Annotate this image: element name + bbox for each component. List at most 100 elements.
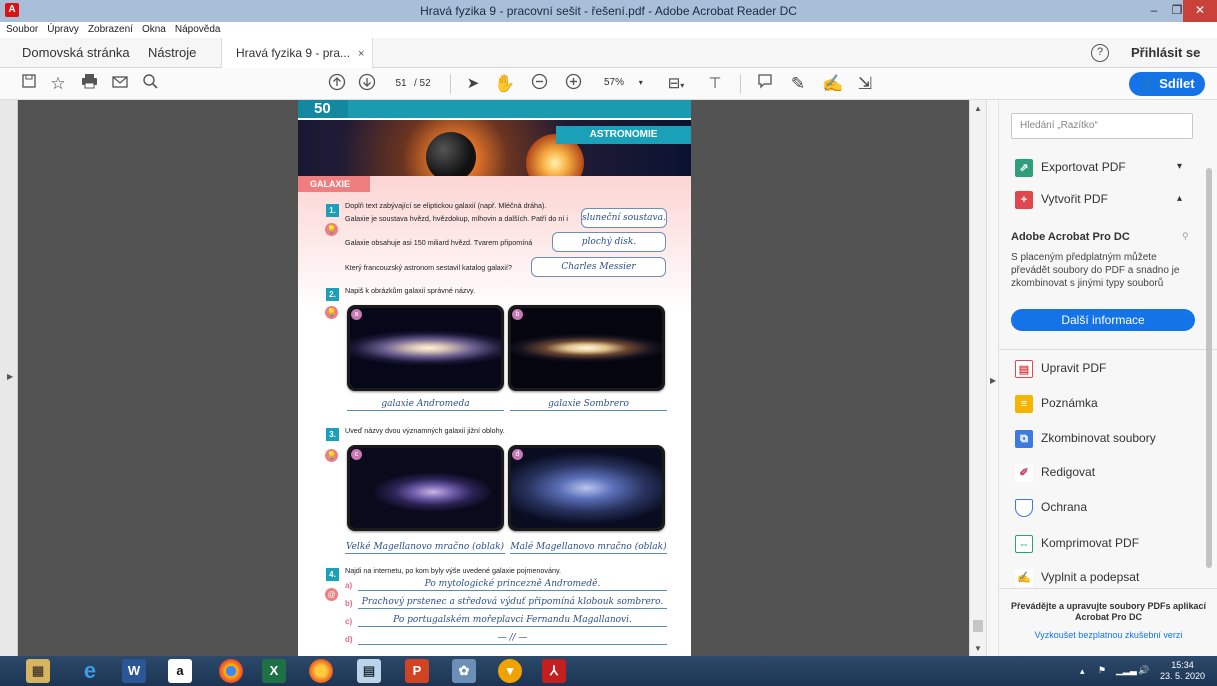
zoom-level-select[interactable]: 57% ▾ — [604, 77, 643, 88]
print-icon[interactable] — [79, 73, 99, 95]
tools-search-input[interactable]: Hledání „Razítko“ — [1011, 113, 1193, 139]
clock[interactable]: 15:34 23. 5. 2020 — [1160, 660, 1205, 682]
image-tag: a — [351, 309, 362, 320]
question-label: c) — [345, 617, 353, 626]
scroll-up-icon[interactable]: ▲ — [974, 104, 982, 113]
comment-tool-icon: ≡ — [1015, 394, 1033, 413]
task1-text: Doplň text zabývající se eliptickou gala… — [345, 201, 547, 210]
scroll-thumb[interactable] — [1206, 168, 1212, 568]
excel-icon[interactable]: X — [262, 659, 286, 683]
close-button[interactable]: ✕ — [1183, 0, 1217, 22]
internet-explorer-icon[interactable]: e — [78, 659, 102, 683]
chrome-icon[interactable] — [219, 659, 243, 683]
tray-chevron-icon[interactable]: ▴ — [1080, 666, 1085, 677]
menu-help[interactable]: Nápověda — [169, 22, 224, 35]
page-number-bar — [298, 100, 691, 118]
tool-edit-pdf[interactable]: ▤ Upravit PDF — [1015, 358, 1106, 378]
tool-protect[interactable]: Ochrana — [1015, 497, 1087, 517]
shield-icon — [1015, 498, 1033, 517]
paint-icon[interactable]: ✿ — [452, 659, 476, 683]
image-tag: b — [512, 309, 523, 320]
section-label: ASTRONOMIE — [556, 126, 691, 144]
tools-scrollbar[interactable] — [1204, 152, 1214, 582]
tab-tools[interactable]: Nástroje — [148, 38, 196, 68]
tool-comment[interactable]: ≡ Poznámka — [1015, 393, 1098, 413]
answer-line: galaxie Sombrero — [510, 398, 667, 411]
clock-date: 23. 5. 2020 — [1160, 671, 1206, 681]
bookmark-star-icon[interactable]: ☆ — [48, 73, 68, 95]
chevron-down-icon[interactable]: ▾ — [1177, 161, 1182, 172]
tab-document[interactable]: Hravá fyzika 9 - pra... × — [221, 38, 374, 68]
save-icon[interactable] — [19, 73, 39, 95]
hand-tool-icon[interactable]: ✋ — [494, 73, 515, 95]
right-pane-toggle[interactable]: ▶ — [987, 100, 999, 656]
zoom-out-icon[interactable] — [529, 73, 549, 95]
question-label: a) — [345, 581, 353, 590]
document-scrollbar[interactable]: ▲ ▼ — [969, 100, 986, 656]
menu-view[interactable]: Zobrazení — [82, 22, 136, 35]
calculator-icon[interactable]: ▤ — [357, 659, 381, 683]
scroll-thumb[interactable] — [973, 620, 983, 632]
compress-icon: ⇔ — [1015, 534, 1033, 553]
tool-label: Redigovat — [1041, 465, 1096, 479]
tab-home[interactable]: Domovská stránka — [22, 38, 130, 68]
free-trial-link[interactable]: Vyzkoušet bezplatnou zkušební verzi — [999, 630, 1217, 640]
powerpoint-icon[interactable]: P — [405, 659, 429, 683]
export-pdf-item[interactable]: ⇗ Exportovat PDF — [1015, 157, 1126, 177]
tool-combine[interactable]: ⧉ Zkombinovat soubory — [1015, 428, 1156, 448]
next-page-icon[interactable] — [356, 73, 378, 95]
network-icon[interactable]: ⚑ — [1098, 665, 1106, 676]
select-cursor-icon[interactable]: ➤ — [464, 73, 482, 95]
highlight-pen-icon[interactable]: ✎ — [788, 73, 808, 95]
tool-label: Komprimovat PDF — [1041, 536, 1140, 550]
help-icon[interactable]: ? — [1091, 44, 1109, 62]
question-label: d) — [345, 635, 353, 644]
more-info-button[interactable]: Další informace — [1011, 309, 1195, 331]
signin-link[interactable]: Přihlásit se — [1131, 45, 1200, 60]
firefox-icon[interactable] — [309, 659, 333, 683]
tab-close-icon[interactable]: × — [358, 48, 364, 60]
sign-icon[interactable]: ✍ — [822, 73, 843, 95]
tool-label: Poznámka — [1041, 396, 1098, 410]
zoom-in-icon[interactable] — [563, 73, 583, 95]
page-total: / 52 — [414, 78, 431, 89]
share-button[interactable]: 👤 Sdílet — [1129, 72, 1205, 96]
prev-page-icon[interactable] — [326, 73, 348, 95]
combine-files-icon: ⧉ — [1015, 429, 1033, 448]
tool-fill-sign[interactable]: ✍ Vyplnit a podepsat — [1015, 567, 1139, 587]
task1-text: Galaxie je soustava hvězd, hvězdokup, ml… — [345, 214, 568, 223]
search-zoom-icon[interactable] — [140, 73, 160, 95]
task3-text: Uveď názvy dvou významných galaxií jižní… — [345, 426, 505, 435]
menu-edit[interactable]: Úpravy — [41, 22, 82, 35]
vpn-icon[interactable]: ▾ — [498, 659, 522, 683]
fill-sign-icon: ✍ — [1015, 568, 1033, 587]
stamp-icon[interactable]: ⇲ — [855, 73, 875, 95]
chevron-up-icon[interactable]: ▴ — [1177, 193, 1182, 204]
tool-redact[interactable]: ✐ Redigovat — [1015, 462, 1095, 482]
menu-file[interactable]: Soubor — [0, 22, 41, 35]
amazon-icon[interactable]: a — [168, 659, 192, 683]
divider — [999, 349, 1217, 350]
scroll-down-icon[interactable]: ▼ — [974, 644, 982, 653]
user-add-icon: 👤 — [1139, 76, 1156, 91]
comment-icon[interactable] — [755, 73, 775, 95]
windows-taskbar: ▦ e W a X ▤ P ✿ ▾ ⅄ ▴ ⚑ ▁▂▃ 🔊 15:34 23. … — [0, 656, 1217, 686]
tool-label: Upravit PDF — [1041, 361, 1107, 375]
signal-icon[interactable]: ▁▂▃ — [1116, 665, 1137, 676]
page-fit-icon[interactable]: ⊟▾ — [663, 73, 689, 95]
page-number-input[interactable]: 51 — [390, 76, 412, 92]
answer-line: Malé Magellanovo mračno (oblak) — [510, 542, 667, 554]
tool-label: Zkombinovat soubory — [1041, 431, 1156, 445]
task1-text: Galaxie obsahuje asi 150 miliard hvězd. … — [345, 238, 533, 247]
file-explorer-icon[interactable]: ▦ — [26, 659, 50, 683]
tool-compress[interactable]: ⇔ Komprimovat PDF — [1015, 533, 1139, 553]
menu-window[interactable]: Okna — [136, 22, 169, 35]
volume-icon[interactable]: 🔊 — [1138, 665, 1149, 676]
question-label: b) — [345, 599, 353, 608]
create-pdf-item[interactable]: + Vytvořit PDF — [1015, 189, 1108, 209]
scroll-mode-icon[interactable]: ⊤ — [705, 73, 725, 95]
acrobat-taskbar-icon[interactable]: ⅄ — [542, 659, 566, 683]
email-icon[interactable] — [110, 73, 130, 95]
left-pane-toggle[interactable]: ▶ — [0, 100, 18, 656]
word-icon[interactable]: W — [122, 659, 146, 683]
